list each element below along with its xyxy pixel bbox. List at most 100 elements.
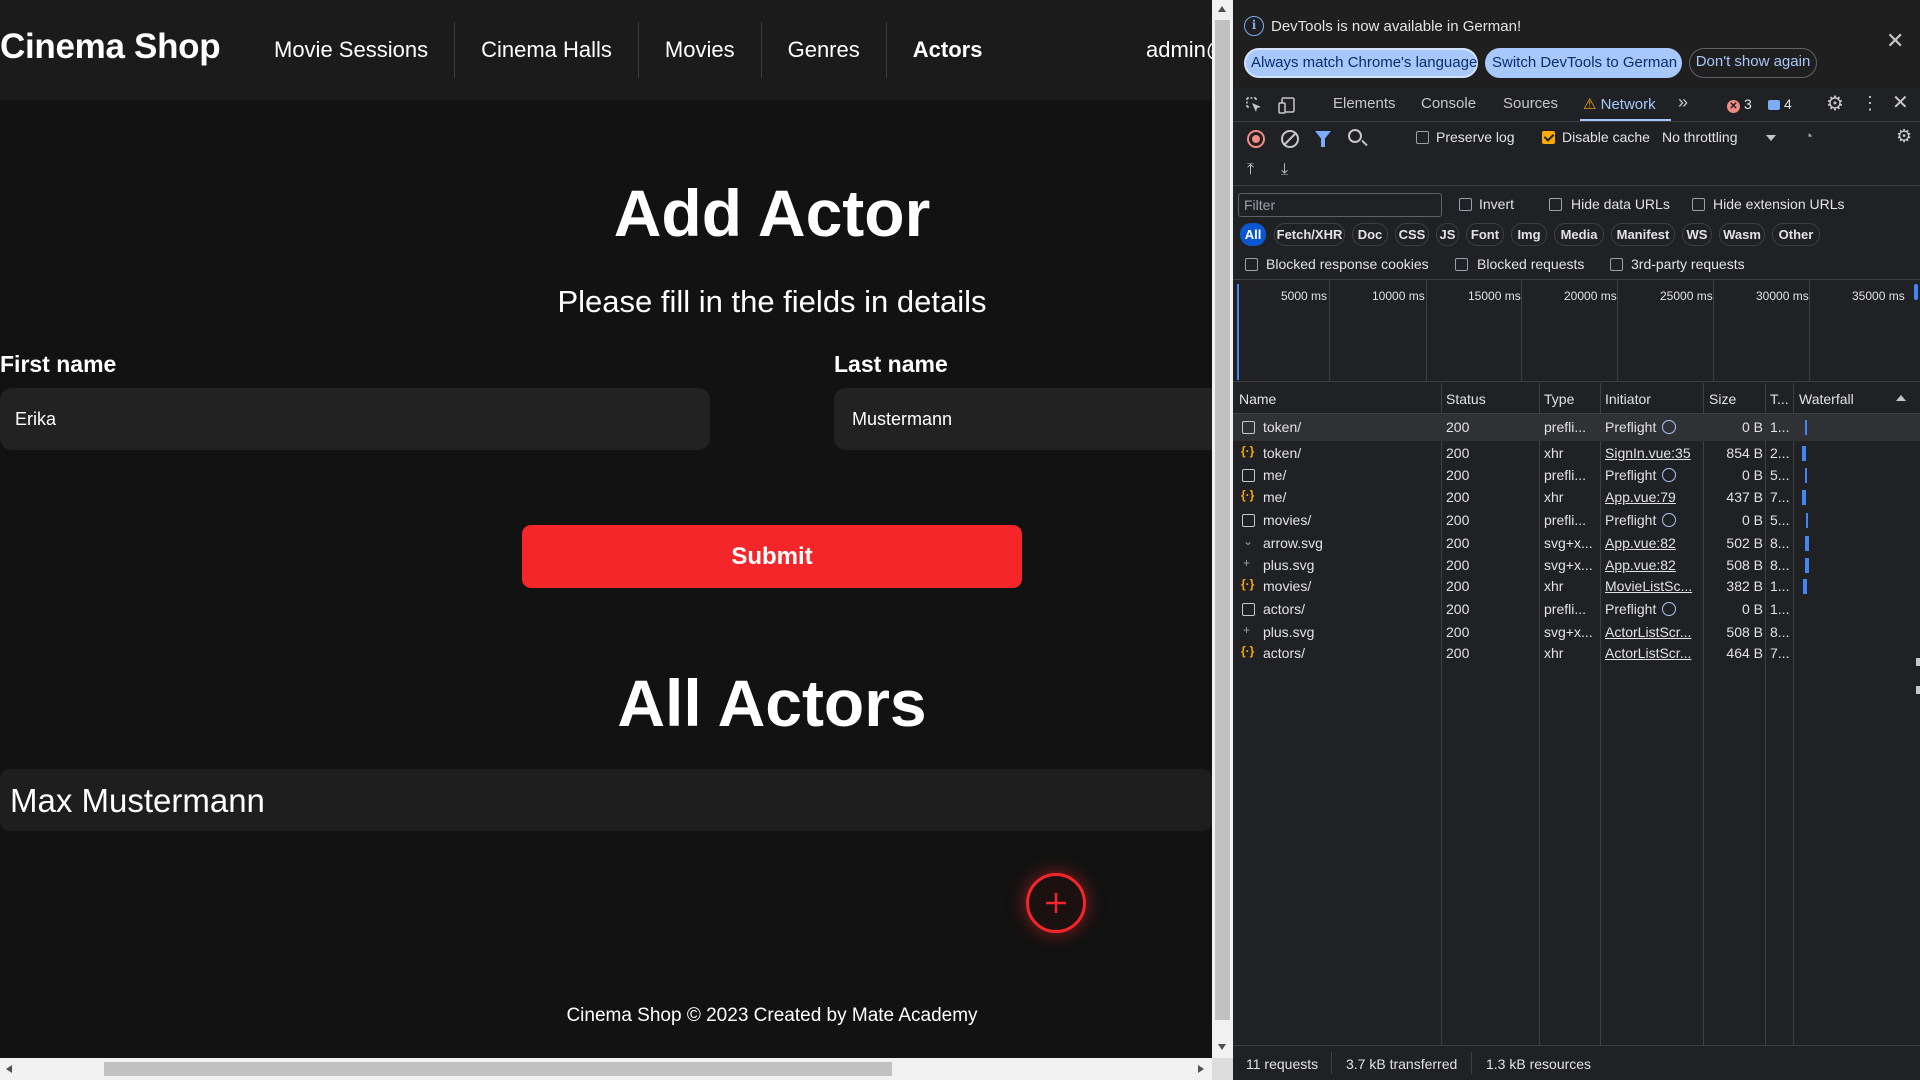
timeline-end-marker[interactable] bbox=[1914, 284, 1918, 300]
language-notice: i DevTools is now available in German! ✕… bbox=[1233, 0, 1920, 87]
timeline-label: 35000 ms bbox=[1852, 289, 1905, 303]
type-chip-ws[interactable]: WS bbox=[1682, 223, 1712, 246]
disable-cache-checkbox[interactable] bbox=[1542, 131, 1555, 144]
hide-data-urls-checkbox[interactable] bbox=[1549, 198, 1562, 211]
timeline-start-marker[interactable] bbox=[1237, 284, 1239, 380]
network-settings-gear-icon[interactable]: ⚙ bbox=[1896, 127, 1912, 145]
column-header-status[interactable]: Status bbox=[1446, 391, 1486, 407]
blocked-cookies-checkbox[interactable] bbox=[1245, 258, 1258, 271]
table-row[interactable]: {·} actors/200 xhr ActorListScr... 464 B 7... bbox=[1233, 640, 1920, 667]
table-header: Name Status Type Initiator Size T... Wat… bbox=[1233, 383, 1920, 414]
import-har-icon[interactable]: ⤒ bbox=[1247, 161, 1254, 179]
third-party-checkbox[interactable] bbox=[1610, 258, 1623, 271]
type-chip-img[interactable]: Img bbox=[1511, 223, 1547, 246]
column-header-waterfall[interactable]: Waterfall bbox=[1799, 391, 1854, 407]
type-chip-font[interactable]: Font bbox=[1466, 223, 1504, 246]
column-header-type[interactable]: Type bbox=[1544, 391, 1574, 407]
hide-extension-urls-checkbox[interactable] bbox=[1692, 198, 1705, 211]
type-chip-js[interactable]: JS bbox=[1436, 223, 1459, 246]
nav-actors[interactable]: Actors bbox=[887, 22, 1009, 78]
type-chip-media[interactable]: Media bbox=[1554, 223, 1604, 246]
filter-icon[interactable] bbox=[1315, 131, 1331, 147]
scroll-up-arrow-icon[interactable] bbox=[1218, 6, 1226, 12]
close-icon[interactable]: ✕ bbox=[1886, 30, 1904, 52]
tab-console[interactable]: Console bbox=[1421, 95, 1476, 112]
type-chip-fetch-xhr[interactable]: Fetch/XHR bbox=[1274, 223, 1345, 246]
waterfall-bar bbox=[1805, 420, 1807, 435]
type-chip-other[interactable]: Other bbox=[1772, 223, 1820, 246]
preflight-info-icon[interactable] bbox=[1662, 513, 1677, 527]
message-counter[interactable]: 4 bbox=[1768, 96, 1792, 112]
nav-genres[interactable]: Genres bbox=[762, 22, 887, 78]
nav-movies[interactable]: Movies bbox=[639, 22, 762, 78]
tab-network[interactable]: ⚠ Network bbox=[1583, 95, 1656, 113]
brand-logo[interactable]: Cinema Shop bbox=[0, 27, 221, 67]
scroll-left-arrow-icon[interactable] bbox=[6, 1065, 12, 1073]
page-horizontal-scrollbar[interactable] bbox=[0, 1058, 1212, 1080]
cell-initiator[interactable]: App.vue:82 bbox=[1605, 557, 1700, 573]
type-chip-all[interactable]: All bbox=[1240, 223, 1266, 246]
device-toolbar-icon[interactable] bbox=[1277, 95, 1297, 115]
cell-initiator[interactable]: ActorListScr... bbox=[1605, 624, 1700, 640]
column-header-initiator[interactable]: Initiator bbox=[1605, 391, 1651, 407]
more-tabs-icon[interactable]: » bbox=[1678, 92, 1688, 113]
nav-cinema-halls[interactable]: Cinema Halls bbox=[455, 22, 639, 78]
type-chip-css[interactable]: CSS bbox=[1395, 223, 1429, 246]
column-header-name[interactable]: Name bbox=[1239, 391, 1276, 407]
cell-initiator[interactable]: App.vue:79 bbox=[1605, 489, 1700, 505]
actor-list-item[interactable]: Max Mustermann bbox=[0, 769, 1212, 831]
type-chip-manifest[interactable]: Manifest bbox=[1611, 223, 1675, 246]
blocked-requests-checkbox[interactable] bbox=[1455, 258, 1468, 271]
more-options-icon[interactable]: ⋮ bbox=[1861, 94, 1879, 112]
type-chip-doc[interactable]: Doc bbox=[1352, 223, 1388, 246]
timeline-gridline bbox=[1809, 280, 1810, 382]
scroll-thumb[interactable] bbox=[1215, 20, 1230, 1020]
preflight-info-icon[interactable] bbox=[1662, 602, 1677, 616]
search-icon[interactable] bbox=[1348, 129, 1362, 143]
submit-button[interactable]: Submit bbox=[522, 525, 1022, 588]
cell-initiator[interactable]: App.vue:82 bbox=[1605, 535, 1700, 551]
always-match-language-button[interactable]: Always match Chrome's language bbox=[1244, 48, 1478, 78]
preflight-info-icon[interactable] bbox=[1662, 420, 1677, 434]
scroll-thumb[interactable] bbox=[104, 1062, 892, 1076]
filter-input[interactable] bbox=[1238, 193, 1442, 217]
document-icon bbox=[1242, 514, 1255, 527]
timeline-gridline bbox=[1617, 280, 1618, 382]
cell-initiator[interactable]: MovieListSc... bbox=[1605, 578, 1700, 594]
switch-to-german-button[interactable]: Switch DevTools to German bbox=[1485, 48, 1682, 78]
network-overview-timeline[interactable]: 5000 ms 10000 ms 15000 ms 20000 ms 25000… bbox=[1233, 280, 1920, 382]
first-name-input[interactable] bbox=[0, 388, 710, 450]
cell-status: 200 bbox=[1446, 557, 1470, 573]
add-actor-title: Add Actor bbox=[613, 176, 931, 250]
gear-icon[interactable]: ⚙ bbox=[1826, 94, 1844, 114]
invert-checkbox[interactable] bbox=[1459, 198, 1472, 211]
nav-movie-sessions[interactable]: Movie Sessions bbox=[248, 22, 456, 78]
network-conditions-icon[interactable]: ◔ bbox=[1804, 128, 1813, 145]
export-har-icon[interactable]: ⤓ bbox=[1281, 161, 1288, 179]
inspect-element-icon[interactable] bbox=[1244, 95, 1264, 115]
preserve-log-checkbox[interactable] bbox=[1416, 131, 1429, 144]
nav-user[interactable]: admin@ bbox=[1146, 37, 1212, 63]
preflight-info-icon[interactable] bbox=[1662, 468, 1677, 482]
close-devtools-icon[interactable]: ✕ bbox=[1892, 93, 1909, 113]
scroll-down-arrow-icon[interactable] bbox=[1218, 1044, 1226, 1050]
table-row[interactable]: token/200 prefli... Preflight 0 B 1... bbox=[1233, 414, 1920, 441]
cell-initiator[interactable]: ActorListScr... bbox=[1605, 645, 1700, 661]
page-vertical-scrollbar[interactable] bbox=[1212, 0, 1233, 1058]
clear-icon[interactable] bbox=[1281, 130, 1299, 148]
sort-ascending-icon[interactable] bbox=[1896, 395, 1906, 401]
column-header-size[interactable]: Size bbox=[1709, 391, 1736, 407]
cell-initiator[interactable]: SignIn.vue:35 bbox=[1605, 445, 1700, 461]
chevron-down-icon[interactable] bbox=[1766, 135, 1776, 141]
type-chip-wasm[interactable]: Wasm bbox=[1719, 223, 1765, 246]
record-icon[interactable] bbox=[1247, 130, 1265, 148]
add-button[interactable] bbox=[1026, 873, 1086, 933]
throttling-select[interactable]: No throttling bbox=[1662, 129, 1737, 145]
last-name-input[interactable] bbox=[834, 388, 1212, 450]
dont-show-again-button[interactable]: Don't show again bbox=[1689, 48, 1817, 78]
tab-sources[interactable]: Sources bbox=[1503, 95, 1558, 112]
column-header-time[interactable]: T... bbox=[1770, 391, 1789, 407]
tab-elements[interactable]: Elements bbox=[1333, 95, 1396, 112]
scroll-right-arrow-icon[interactable] bbox=[1198, 1065, 1204, 1073]
error-counter[interactable]: ✕ 3 bbox=[1727, 96, 1752, 113]
